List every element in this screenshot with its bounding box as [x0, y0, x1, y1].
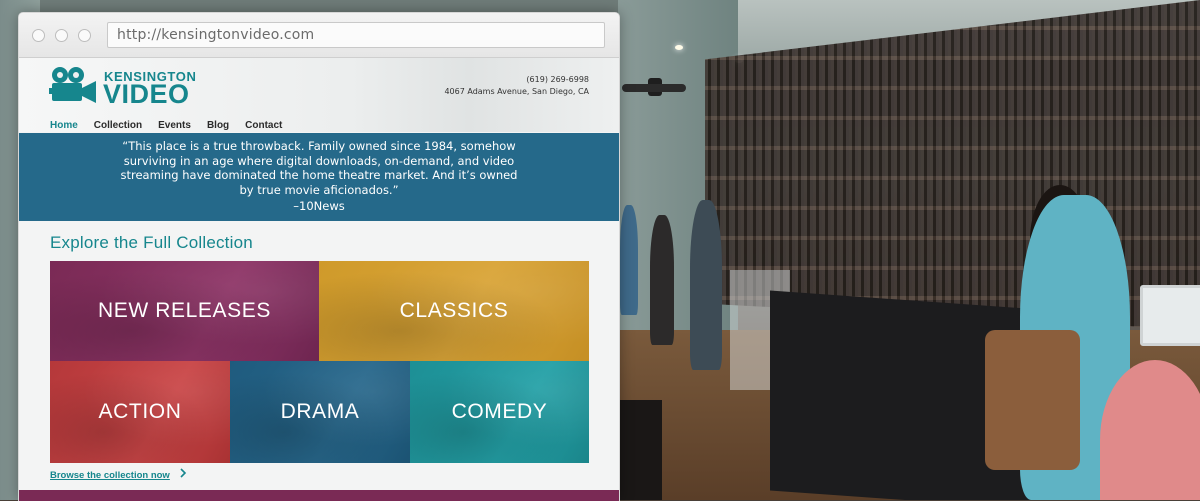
tile-label: ACTION: [98, 400, 182, 423]
testimonial-source: –10News: [293, 199, 345, 213]
logo-wordmark-bottom[interactable]: VIDEO: [103, 79, 190, 109]
tile-new-releases[interactable]: NEW RELEASES: [50, 261, 319, 361]
laptop: [1140, 285, 1200, 346]
collection-heading: Explore the Full Collection: [50, 233, 253, 252]
chevron-right-icon[interactable]: [179, 468, 187, 478]
customer-figure: [690, 200, 722, 370]
nav-item-collection[interactable]: Collection: [94, 120, 142, 131]
tile-classics[interactable]: CLASSICS: [319, 261, 589, 361]
shoulder-bag: [985, 330, 1080, 470]
browser-toolbar: http://kensingtonvideo.com: [19, 13, 619, 58]
tile-action[interactable]: ACTION: [50, 361, 230, 463]
address-bar[interactable]: http://kensingtonvideo.com: [107, 22, 605, 48]
tile-drama[interactable]: DRAMA: [230, 361, 410, 463]
store-address: 4067 Adams Avenue, San Diego, CA: [444, 87, 589, 96]
site-header: KENSINGTON VIDEO (619) 269-6998 4067 Ada…: [19, 58, 619, 132]
nav-item-home[interactable]: Home: [50, 120, 78, 131]
tile-label: COMEDY: [451, 400, 548, 423]
nav-item-events[interactable]: Events: [158, 120, 191, 131]
ceiling-fan: [622, 84, 686, 92]
customer-figure: [650, 215, 674, 345]
ceiling-light: [675, 45, 683, 50]
window-close-dot[interactable]: [32, 29, 45, 42]
tile-label: CLASSICS: [399, 299, 509, 322]
tile-comedy[interactable]: COMEDY: [410, 361, 589, 463]
window-maximize-dot[interactable]: [78, 29, 91, 42]
window-minimize-dot[interactable]: [55, 29, 68, 42]
testimonial-band: “This place is a true throwback. Family …: [19, 133, 619, 221]
nav-item-contact[interactable]: Contact: [245, 120, 282, 131]
main-nav: Home Collection Events Blog Contact: [50, 113, 298, 131]
nav-item-blog[interactable]: Blog: [207, 120, 229, 131]
testimonial-quote: “This place is a true throwback. Family …: [120, 139, 518, 197]
customer-figure: [620, 205, 638, 315]
tile-label: DRAMA: [280, 400, 360, 423]
tile-label: NEW RELEASES: [98, 299, 271, 322]
footer-band: [19, 490, 619, 501]
website: KENSINGTON VIDEO (619) 269-6998 4067 Ada…: [19, 58, 619, 501]
film-camera-icon[interactable]: [49, 66, 101, 106]
store-phone: (619) 269-6998: [526, 75, 589, 84]
browse-collection-link[interactable]: Browse the collection now: [50, 470, 170, 481]
browser-window: http://kensingtonvideo.com KENSINGTON VI…: [18, 12, 620, 501]
